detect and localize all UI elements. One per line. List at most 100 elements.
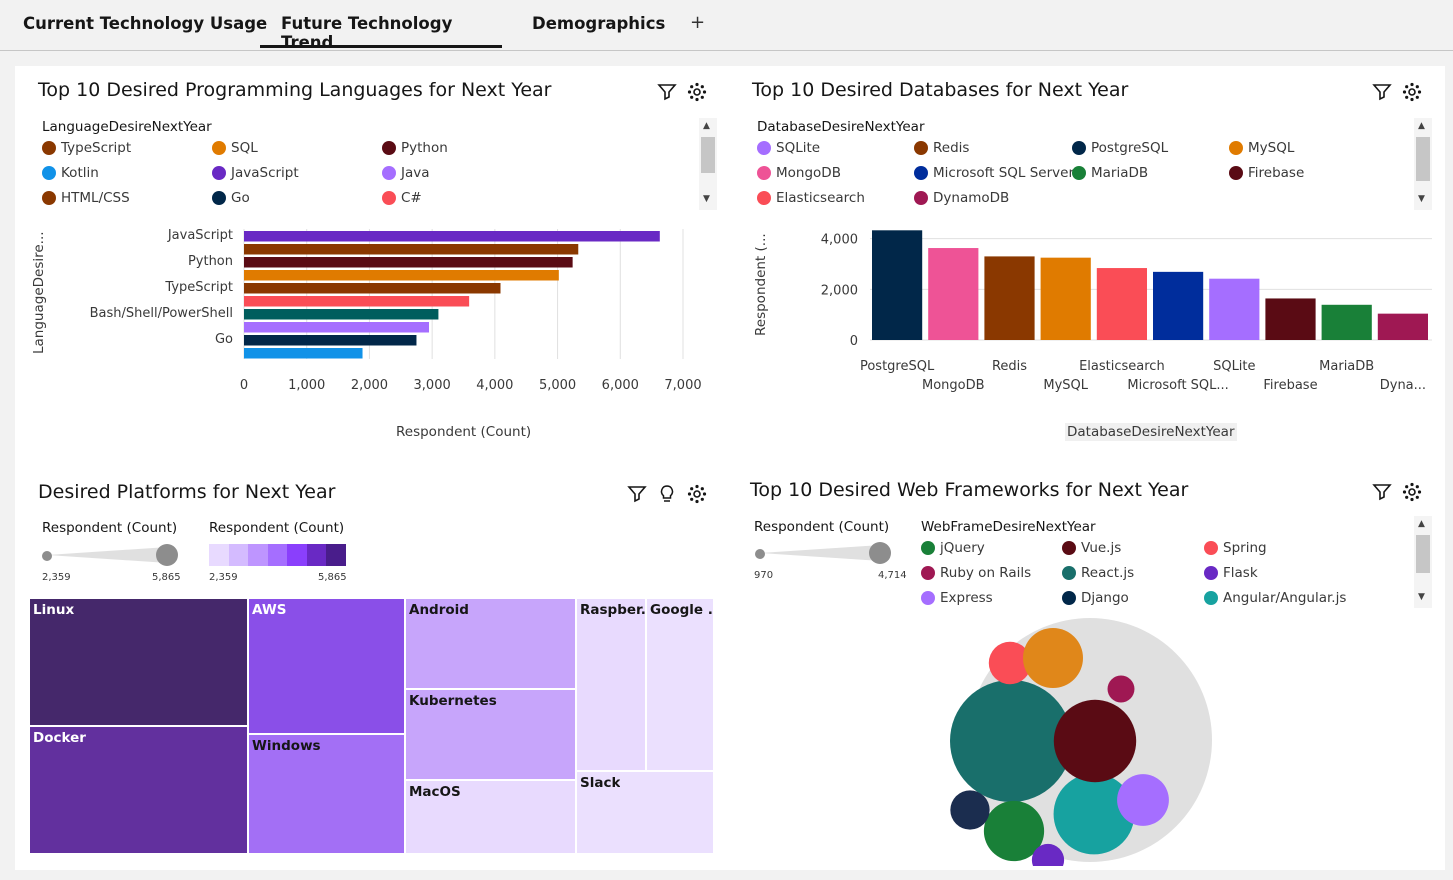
- bar: [244, 244, 579, 255]
- filter-icon[interactable]: [1372, 82, 1392, 102]
- scroll-up-icon[interactable]: ▲: [703, 121, 710, 131]
- x-tick-label: 2,000: [351, 378, 388, 393]
- legend-item[interactable]: jQuery: [921, 540, 985, 556]
- legend-item[interactable]: MySQL: [1229, 140, 1294, 156]
- treemap-tile[interactable]: Android: [405, 598, 576, 689]
- legend-item[interactable]: MongoDB: [757, 165, 841, 181]
- bar: [244, 257, 573, 268]
- legend-title: DatabaseDesireNextYear: [757, 119, 925, 135]
- legend-item[interactable]: PostgreSQL: [1072, 140, 1168, 156]
- legend-label: jQuery: [940, 540, 985, 556]
- tile-label: Linux: [33, 602, 75, 618]
- scroll-thumb[interactable]: [701, 137, 715, 173]
- bar: [1265, 298, 1316, 340]
- legend-item[interactable]: Spring: [1204, 540, 1267, 556]
- add-tab-button[interactable]: +: [690, 12, 705, 33]
- legend-item[interactable]: Python: [382, 140, 448, 156]
- legend-item[interactable]: Flask: [1204, 565, 1258, 581]
- legend-label: Python: [401, 140, 448, 156]
- scroll-down-icon[interactable]: ▼: [1418, 592, 1425, 602]
- legend-item[interactable]: React.js: [1062, 565, 1134, 581]
- legend-swatch: [921, 541, 935, 555]
- legend-scrollbar[interactable]: ▲ ▼: [1414, 516, 1432, 608]
- settings-icon[interactable]: [1402, 82, 1422, 102]
- legend-item[interactable]: Elasticsearch: [757, 190, 865, 206]
- treemap-tile[interactable]: Slack: [576, 771, 714, 854]
- legend-item[interactable]: MariaDB: [1072, 165, 1148, 181]
- legend-item[interactable]: SQLite: [757, 140, 820, 156]
- legend-item[interactable]: Vue.js: [1062, 540, 1121, 556]
- bar: [244, 283, 501, 294]
- size-legend-slider: [42, 544, 178, 566]
- scroll-thumb[interactable]: [1416, 535, 1430, 573]
- settings-icon[interactable]: [1402, 482, 1422, 502]
- filter-icon[interactable]: [1372, 482, 1392, 502]
- platforms-panel: Desired Platforms for Next Year Responde…: [15, 466, 730, 870]
- legend-item[interactable]: JavaScript: [212, 165, 299, 181]
- lightbulb-icon[interactable]: [657, 484, 677, 504]
- x-tick-label: MongoDB: [922, 378, 985, 393]
- treemap-tile[interactable]: Raspber...: [576, 598, 646, 771]
- scroll-up-icon[interactable]: ▲: [1418, 519, 1425, 529]
- treemap-tile[interactable]: MacOS: [405, 780, 576, 854]
- settings-icon[interactable]: [687, 484, 707, 504]
- scroll-thumb[interactable]: [1416, 137, 1430, 181]
- legend-label: Kotlin: [61, 165, 99, 181]
- legend-label: Express: [940, 590, 993, 606]
- scroll-down-icon[interactable]: ▼: [1418, 194, 1425, 204]
- settings-icon[interactable]: [687, 82, 707, 102]
- legend-swatch: [1062, 566, 1076, 580]
- platform-treemap: Linux AWS Android Raspber... Google ... …: [29, 598, 714, 854]
- size-max-label: 5,865: [152, 572, 181, 583]
- size-legend-title: Respondent (Count): [754, 519, 890, 535]
- legend-item[interactable]: Ruby on Rails: [921, 565, 1031, 581]
- legend-scrollbar[interactable]: ▲ ▼: [1414, 118, 1432, 210]
- treemap-tile[interactable]: Google ...: [646, 598, 714, 771]
- legend-swatch: [212, 191, 226, 205]
- legend-item[interactable]: Django: [1062, 590, 1129, 606]
- x-tick-label: Firebase: [1263, 378, 1317, 393]
- filter-icon[interactable]: [627, 484, 647, 504]
- filter-icon[interactable]: [657, 82, 677, 102]
- x-axis-label: DatabaseDesireNextYear: [1065, 423, 1237, 441]
- x-tick-label: MariaDB: [1319, 359, 1374, 374]
- legend-item[interactable]: TypeScript: [42, 140, 131, 156]
- treemap-tile[interactable]: AWS: [248, 598, 405, 734]
- legend-item[interactable]: Firebase: [1229, 165, 1304, 181]
- legend-item[interactable]: SQL: [212, 140, 258, 156]
- bar: [1377, 313, 1428, 340]
- legend-item[interactable]: DynamoDB: [914, 190, 1009, 206]
- legend-item[interactable]: Go: [212, 190, 250, 206]
- legend-swatch: [1072, 166, 1086, 180]
- scroll-down-icon[interactable]: ▼: [703, 194, 710, 204]
- legend-item[interactable]: Java: [382, 165, 430, 181]
- bar: [1153, 271, 1204, 340]
- treemap-tile[interactable]: Linux: [29, 598, 248, 726]
- database-bar-chart: 0 2,000 4,000 PostgreSQL MongoDB Redis MySQL El…: [821, 230, 1432, 393]
- legend-label: Java: [401, 165, 430, 181]
- legend-item[interactable]: C#: [382, 190, 422, 206]
- legend-label: MySQL: [1248, 140, 1295, 156]
- legend-scrollbar[interactable]: ▲ ▼: [699, 118, 717, 210]
- tile-label: Docker: [33, 730, 86, 746]
- tab-current-technology-usage[interactable]: Current Technology Usage: [23, 14, 267, 48]
- treemap-tile[interactable]: Docker: [29, 726, 248, 854]
- tab-demographics[interactable]: Demographics: [532, 14, 665, 48]
- size-max-label: 4,714: [878, 570, 907, 581]
- legend-item[interactable]: Express: [921, 590, 993, 606]
- legend-item[interactable]: Kotlin: [42, 165, 99, 181]
- tab-future-technology-trend[interactable]: Future Technology Trend: [260, 14, 502, 52]
- tile-label: Android: [409, 602, 469, 618]
- bubble: [1023, 628, 1083, 688]
- treemap-tile[interactable]: Windows: [248, 734, 405, 854]
- legend-item[interactable]: Angular/Angular.js: [1204, 590, 1346, 606]
- bubble: [950, 680, 1072, 802]
- legend-swatch: [921, 591, 935, 605]
- treemap-tile[interactable]: Kubernetes: [405, 689, 576, 780]
- legend-item[interactable]: Microsoft SQL Server: [914, 165, 1074, 181]
- legend-label: SQLite: [776, 140, 821, 156]
- scroll-up-icon[interactable]: ▲: [1418, 121, 1425, 131]
- x-tick-label: Redis: [992, 359, 1027, 374]
- legend-item[interactable]: Redis: [914, 140, 969, 156]
- legend-item[interactable]: HTML/CSS: [42, 190, 130, 206]
